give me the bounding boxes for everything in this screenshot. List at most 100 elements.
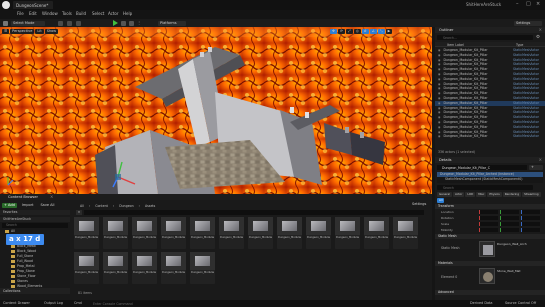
- console-input[interactable]: Enter Console Command: [90, 301, 200, 306]
- transform-value-field[interactable]: [500, 228, 519, 232]
- maximize-button[interactable]: □: [526, 1, 531, 7]
- transform-value-field[interactable]: [479, 210, 498, 214]
- collections-section[interactable]: Collections: [0, 288, 70, 294]
- stop-icon[interactable]: [129, 20, 134, 26]
- breadcrumb-assets[interactable]: Assets: [145, 204, 155, 208]
- outliner-settings-icon[interactable]: ⚙: [536, 35, 540, 40]
- asset-tile[interactable]: Dungeon_Modular_Kit_Wall_Trans_Double_4m: [103, 252, 128, 284]
- outliner-col-item[interactable]: Item Label: [447, 43, 464, 47]
- asset-tile[interactable]: Dungeon_Modular_Kit_Wall_Trans_Arched_4m: [74, 217, 99, 249]
- folder-search-input[interactable]: Search: [2, 223, 68, 228]
- details-tab[interactable]: Details ×: [435, 157, 545, 163]
- visibility-eye-icon[interactable]: ◉: [438, 130, 440, 134]
- add-button[interactable]: + Add: [2, 202, 17, 208]
- component-child[interactable]: StaticMeshComponent (StaticMeshComponent…: [437, 177, 543, 182]
- asset-tile[interactable]: Dungeon_Modular_Kit_Wall_Trans_Double_4m: [219, 217, 244, 249]
- static-mesh-value[interactable]: Dungeon_Wall_Arch: [497, 242, 527, 246]
- outliner-close-icon[interactable]: ×: [539, 27, 542, 32]
- visibility-eye-icon[interactable]: ◉: [438, 96, 440, 100]
- project-section[interactable]: ShitHereAreStuck: [0, 217, 70, 222]
- outliner-tab[interactable]: Outliner ×: [435, 27, 545, 33]
- save-icon[interactable]: [3, 20, 8, 26]
- snap-scale-icon[interactable]: ⤡: [377, 28, 385, 34]
- asset-tile[interactable]: Dungeon_Modular_Kit_Wall_Trans_Double_4m: [190, 252, 215, 284]
- details-filter-tab[interactable]: Physics: [487, 192, 502, 197]
- snap-grid-icon[interactable]: #: [361, 28, 369, 34]
- lit-dropdown[interactable]: Lit: [35, 28, 44, 34]
- materials-section-header[interactable]: Materials: [435, 261, 545, 266]
- save-all-button[interactable]: Save All: [38, 203, 56, 208]
- visibility-eye-icon[interactable]: ◉: [438, 106, 440, 110]
- visibility-eye-icon[interactable]: ◉: [438, 120, 440, 124]
- details-close-icon[interactable]: ×: [539, 157, 542, 162]
- transform-value-field[interactable]: [500, 210, 519, 214]
- level-viewport[interactable]: ☰ Perspective Lit Show ✥ ⟳ ⤢ ◎ # ∠ ⤡ ▶: [0, 27, 432, 194]
- select-mode-dropdown[interactable]: Select Mode: [11, 20, 45, 26]
- visibility-eye-icon[interactable]: ◉: [438, 82, 440, 86]
- material-value[interactable]: Stone_Wall_Mat: [497, 269, 521, 273]
- outliner-row[interactable]: ◉ Dungeon_Modular_Kit_Pillar StaticMeshAct…: [435, 134, 545, 139]
- cmd-dropdown[interactable]: Cmd: [74, 301, 82, 305]
- material-thumbnail[interactable]: [479, 268, 495, 284]
- details-filter-tab[interactable]: LOD: [465, 192, 476, 197]
- transform-value-field[interactable]: [521, 222, 540, 226]
- visibility-eye-icon[interactable]: ◉: [438, 134, 440, 138]
- transform-value-field[interactable]: [521, 216, 540, 220]
- viewport-menu-button[interactable]: ☰: [2, 28, 10, 34]
- content-settings-button[interactable]: Settings: [410, 202, 428, 207]
- visibility-eye-icon[interactable]: ◉: [438, 101, 440, 105]
- transform-value-field[interactable]: [479, 228, 498, 232]
- visibility-eye-icon[interactable]: ◉: [438, 58, 440, 62]
- visibility-eye-icon[interactable]: ◉: [438, 48, 440, 52]
- blueprint-icon[interactable]: [67, 20, 72, 26]
- details-filter-tab[interactable]: Actor: [453, 192, 465, 197]
- menu-select[interactable]: Select: [92, 11, 104, 16]
- visibility-eye-icon[interactable]: ◉: [438, 115, 440, 119]
- breadcrumb-content[interactable]: Content: [95, 204, 108, 208]
- translate-tool-icon[interactable]: ✥: [330, 28, 337, 34]
- breadcrumb-dungeon[interactable]: Dungeon: [119, 204, 133, 208]
- visibility-eye-icon[interactable]: ◉: [438, 91, 440, 95]
- camera-speed-icon[interactable]: ▶: [385, 28, 393, 34]
- transform-value-field[interactable]: [521, 210, 540, 214]
- sequence-icon[interactable]: [76, 20, 81, 26]
- details-filter-tab[interactable]: Rendering: [502, 192, 522, 197]
- close-button[interactable]: ×: [536, 1, 540, 7]
- asset-tile[interactable]: Dungeon_Modular_Kit_Wall_Trans_Block_4m: [103, 217, 128, 249]
- step-icon[interactable]: [121, 20, 126, 26]
- menu-tools[interactable]: Tools: [62, 11, 72, 16]
- selected-actor-name[interactable]: Dungeon_Modular_Kit_Pillar_C: [437, 165, 527, 170]
- transform-value-field[interactable]: [521, 228, 540, 232]
- transform-value-field[interactable]: [479, 222, 498, 226]
- content-browser-close-icon[interactable]: ×: [50, 194, 53, 199]
- outliner-search-input[interactable]: Search...: [437, 35, 533, 40]
- advanced-section[interactable]: Advanced: [435, 290, 545, 295]
- level-tab[interactable]: DungeonScene*: [13, 1, 53, 9]
- menu-window[interactable]: Window: [42, 11, 58, 16]
- asset-tile[interactable]: Dungeon_Modular_Kit_Wall_Trans_Double_4m: [161, 217, 186, 249]
- asset-tile[interactable]: Dungeon_Modular_Kit_Wall_Trans_Double_4m: [277, 217, 302, 249]
- more-options-icon[interactable]: ⋮: [137, 20, 141, 25]
- asset-tile[interactable]: Dungeon_Modular_Kit_Wall_Trans_Double_4m: [306, 217, 331, 249]
- visibility-eye-icon[interactable]: ◉: [438, 110, 440, 114]
- rotate-tool-icon[interactable]: ⟳: [337, 28, 345, 34]
- favorites-section[interactable]: Favorites: [0, 210, 70, 215]
- source-control-button[interactable]: Source Control Off: [505, 301, 536, 305]
- menu-build[interactable]: Build: [76, 11, 86, 16]
- asset-tile[interactable]: Dungeon_Modular_Kit_Wall_Trans_Double_4m: [248, 217, 273, 249]
- play-icon[interactable]: [113, 20, 118, 26]
- add-actor-icon[interactable]: [58, 20, 63, 26]
- output-log-button[interactable]: Output Log: [44, 301, 63, 305]
- details-search-input[interactable]: Search: [437, 185, 533, 190]
- asset-tile[interactable]: Dungeon_Modular_Kit_Wall_Trans_Double_4m: [190, 217, 215, 249]
- visibility-eye-icon[interactable]: ◉: [438, 77, 440, 81]
- breadcrumb-all[interactable]: All: [80, 204, 84, 208]
- transform-value-field[interactable]: [500, 216, 519, 220]
- details-filter-tab[interactable]: Misc: [476, 192, 487, 197]
- asset-tile[interactable]: Dungeon_Modular_Kit_Wall_Trans_Double_4m: [161, 252, 186, 284]
- platforms-dropdown[interactable]: Platforms: [158, 20, 186, 26]
- content-drawer-button[interactable]: Content Drawer: [3, 301, 30, 305]
- visibility-eye-icon[interactable]: ◉: [438, 67, 440, 71]
- world-space-icon[interactable]: ◎: [353, 28, 361, 34]
- asset-tile[interactable]: Dungeon_Modular_Kit_Wall_Trans_Arch_4m: [132, 217, 157, 249]
